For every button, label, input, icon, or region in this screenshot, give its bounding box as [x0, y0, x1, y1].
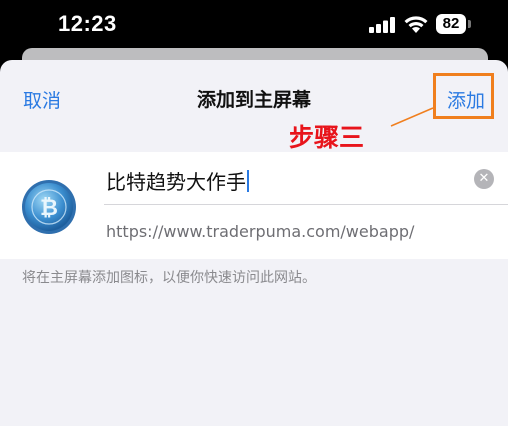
status-bar: 12:23 82 [0, 0, 508, 50]
signal-icon [369, 17, 395, 33]
battery-icon: 82 [436, 14, 466, 34]
app-name-field[interactable]: 比特趋势大作手 [106, 166, 466, 194]
annotation-leader-line [390, 107, 434, 127]
step-three-label: 步骤三 [289, 123, 365, 152]
clear-text-icon[interactable]: ✕ [474, 169, 494, 189]
wifi-icon [404, 16, 428, 33]
field-divider [104, 204, 508, 205]
bitcoin-coin-icon: ₿ [22, 180, 76, 234]
battery-cap [468, 20, 471, 28]
status-time: 12:23 [58, 11, 117, 36]
app-name-value: 比特趋势大作手 [106, 170, 246, 194]
svg-text:₿: ₿ [40, 196, 58, 221]
url-text: https://www.traderpuma.com/webapp/ [106, 222, 415, 241]
add-button[interactable]: 添加 [447, 86, 485, 113]
hint-text: 将在主屏幕添加图标，以便你快速访问此网站。 [22, 270, 316, 286]
text-cursor [247, 170, 249, 192]
